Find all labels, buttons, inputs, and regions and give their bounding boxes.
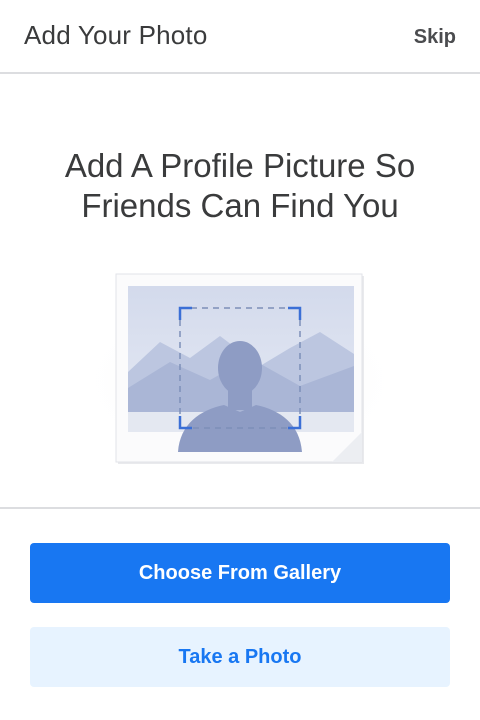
add-photo-screen: Add Your Photo Skip Add A Profile Pictur… bbox=[0, 0, 480, 720]
take-a-photo-button[interactable]: Take a Photo bbox=[30, 627, 450, 687]
page-title: Add Your Photo bbox=[24, 20, 208, 50]
top-bar: Add Your Photo Skip bbox=[0, 0, 480, 74]
choose-from-gallery-button[interactable]: Choose From Gallery bbox=[30, 543, 450, 603]
profile-photo-placeholder-icon bbox=[70, 262, 410, 472]
headline: Add A Profile Picture So Friends Can Fin… bbox=[20, 146, 460, 226]
headline-line-2: Friends Can Find You bbox=[81, 187, 399, 224]
skip-button[interactable]: Skip bbox=[414, 26, 456, 49]
divider bbox=[0, 507, 480, 509]
headline-line-1: Add A Profile Picture So bbox=[64, 147, 416, 184]
